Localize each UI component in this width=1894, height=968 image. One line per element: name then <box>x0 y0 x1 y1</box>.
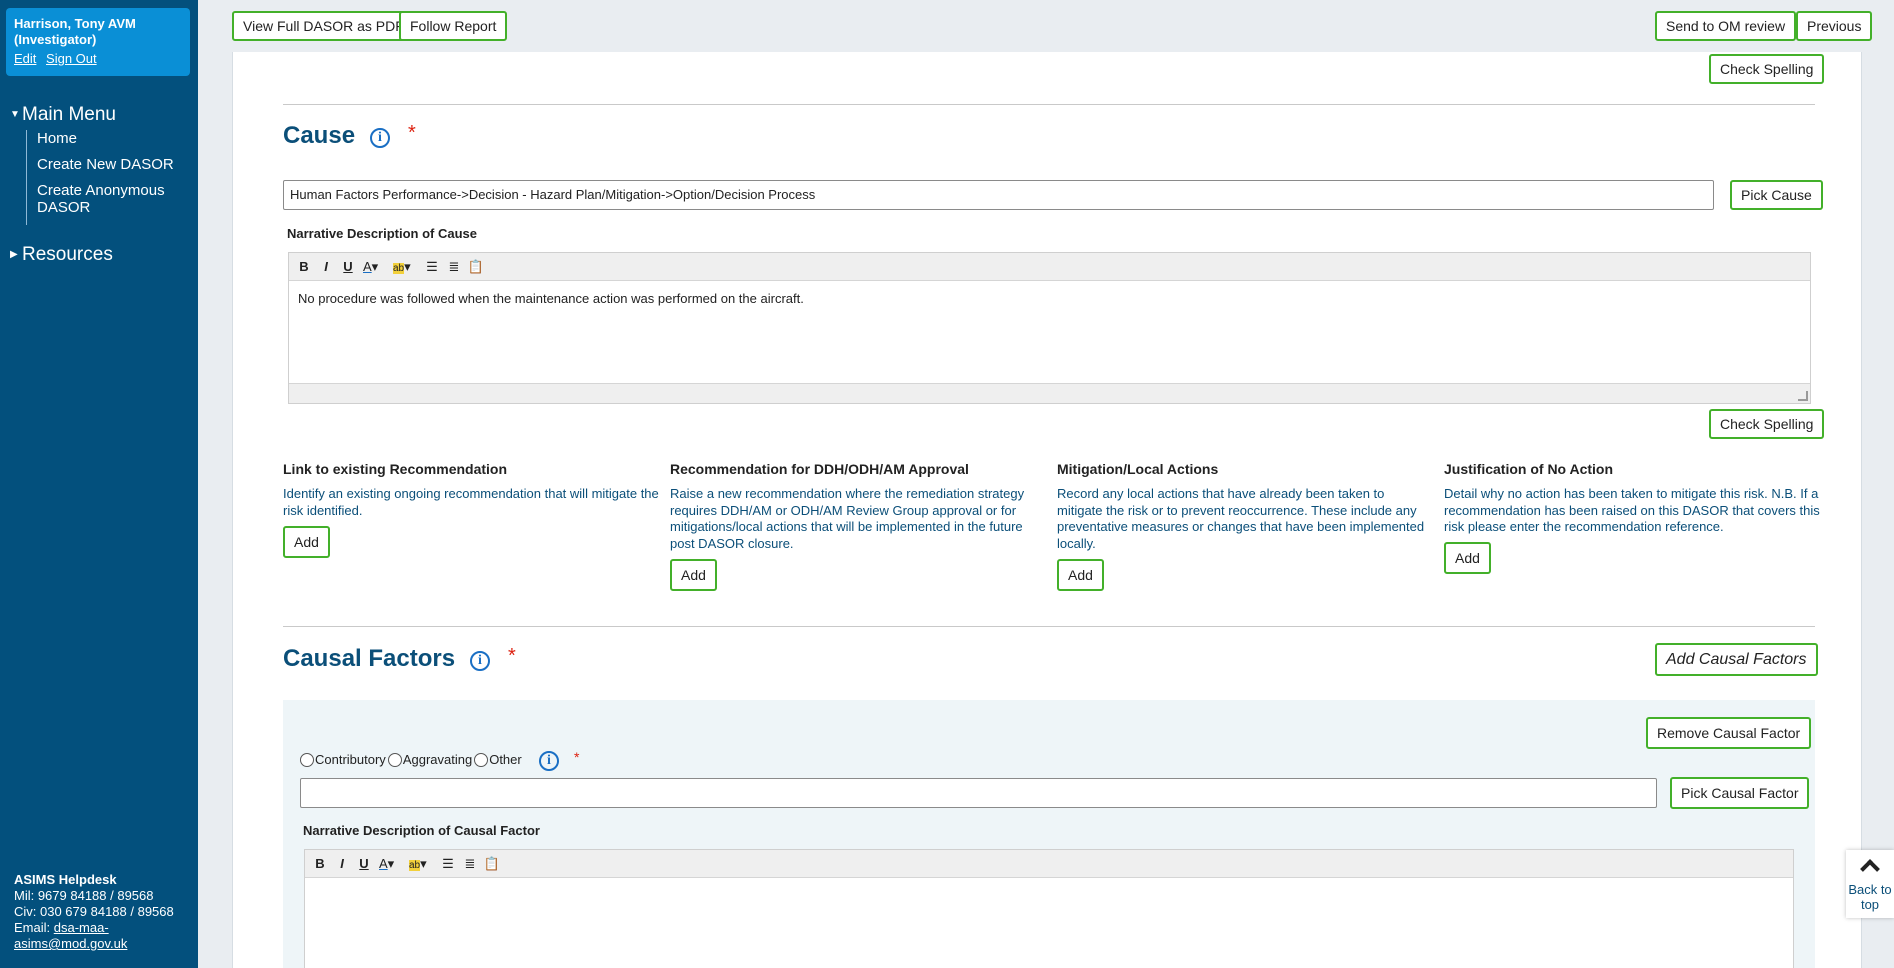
user-box: Harrison, Tony AVM (Investigator) Edit S… <box>6 8 190 76</box>
cause-title: Cause <box>283 122 356 149</box>
info-icon[interactable]: i <box>470 651 490 671</box>
nav-create-anonymous-dasor[interactable]: Create Anonymous DASOR <box>37 182 186 216</box>
radio-circle[interactable] <box>387 752 402 767</box>
radio-circle[interactable] <box>474 752 489 767</box>
cause-narrative-editor[interactable]: B I U A▾ ab▾ ☰ ≣ 📋 No procedure was foll… <box>288 252 1811 404</box>
italic-icon[interactable]: I <box>333 855 351 873</box>
main-menu-toggle[interactable]: ▼ Main Menu <box>10 104 116 126</box>
helpdesk-info: ASIMS Helpdesk Mil: 9679 84188 / 89568 C… <box>14 872 198 952</box>
helpdesk-civ: Civ: 030 679 84188 / 89568 <box>14 904 174 919</box>
nav-create-new-dasor[interactable]: Create New DASOR <box>37 156 186 173</box>
paste-icon[interactable]: 📋 <box>483 855 501 873</box>
bullet-list-icon[interactable]: ☰ <box>439 855 457 873</box>
new-recommendation-title: Recommendation for DDH/ODH/AM Approval <box>670 461 969 477</box>
editor-toolbar: B I U A▾ ab▾ ☰ ≣ 📋 <box>289 253 1810 281</box>
send-om-review-button[interactable]: Send to OM review <box>1655 11 1797 41</box>
radio-aggravating[interactable]: Aggravating <box>387 752 472 767</box>
add-justification-button[interactable]: Add <box>1444 542 1491 574</box>
info-icon[interactable]: i <box>370 128 390 148</box>
divider <box>283 626 1815 627</box>
helpdesk-email-label: Email: <box>14 920 51 935</box>
edit-link[interactable]: Edit <box>14 51 36 66</box>
highlight-icon[interactable]: ab▾ <box>409 855 435 873</box>
highlight-icon[interactable]: ab▾ <box>393 258 419 276</box>
numbered-list-icon[interactable]: ≣ <box>445 258 463 276</box>
causal-type-radios: Contributory Aggravating Other <box>300 752 524 767</box>
add-link-recommendation-button[interactable]: Add <box>283 526 330 558</box>
numbered-list-icon[interactable]: ≣ <box>461 855 479 873</box>
editor-statusbar <box>289 383 1810 403</box>
mitigation-title: Mitigation/Local Actions <box>1057 461 1219 477</box>
link-recommendation-desc: Identify an existing ongoing recommendat… <box>283 486 659 518</box>
underline-icon[interactable]: U <box>339 258 357 276</box>
radio-circle[interactable] <box>300 752 314 767</box>
required-marker: * <box>408 122 416 144</box>
check-spelling-button-top[interactable]: Check Spelling <box>1709 54 1825 84</box>
back-to-top-button[interactable]: Back to top <box>1846 850 1894 918</box>
underline-icon[interactable]: U <box>355 855 373 873</box>
back-to-top-label: Back to top <box>1848 882 1892 912</box>
font-color-icon[interactable]: A▾ <box>379 855 405 873</box>
cause-narrative-text: No procedure was followed when the maint… <box>298 291 804 306</box>
check-spelling-button-cause[interactable]: Check Spelling <box>1709 409 1825 439</box>
editor-toolbar: B I U A▾ ab▾ ☰ ≣ 📋 <box>305 850 1793 878</box>
narrative-causal-factor-label: Narrative Description of Causal Factor <box>303 823 540 838</box>
sidebar: Harrison, Tony AVM (Investigator) Edit S… <box>0 0 198 968</box>
radio-contributory[interactable]: Contributory <box>300 752 386 767</box>
triangle-down-icon: ▼ <box>10 109 20 120</box>
chevron-up-icon <box>1860 859 1880 879</box>
required-marker: * <box>508 645 516 667</box>
radio-other[interactable]: Other <box>474 752 522 767</box>
justification-title: Justification of No Action <box>1444 461 1614 477</box>
font-color-icon[interactable]: A▾ <box>363 258 389 276</box>
resize-grip-icon[interactable] <box>1798 391 1808 401</box>
narrative-cause-label: Narrative Description of Cause <box>287 226 478 241</box>
bold-icon[interactable]: B <box>311 855 329 873</box>
causal-factor-field[interactable] <box>300 778 1657 808</box>
cause-field[interactable]: Human Factors Performance->Decision - Ha… <box>283 180 1714 210</box>
helpdesk-mil: Mil: 9679 84188 / 89568 <box>14 888 154 903</box>
add-causal-factors-button[interactable]: Add Causal Factors <box>1655 643 1818 676</box>
add-new-recommendation-button[interactable]: Add <box>670 559 717 591</box>
bold-icon[interactable]: B <box>295 258 313 276</box>
justification-desc: Detail why no action has been taken to m… <box>1444 486 1820 534</box>
remove-causal-factor-button[interactable]: Remove Causal Factor <box>1646 717 1812 749</box>
bullet-list-icon[interactable]: ☰ <box>423 258 441 276</box>
pick-cause-button[interactable]: Pick Cause <box>1730 180 1823 210</box>
previous-button[interactable]: Previous <box>1796 11 1873 41</box>
main-menu-list: Home Create New DASOR Create Anonymous D… <box>26 130 186 225</box>
helpdesk-title: ASIMS Helpdesk <box>14 872 117 887</box>
italic-icon[interactable]: I <box>317 258 335 276</box>
link-recommendation-title: Link to existing Recommendation <box>283 461 508 477</box>
mitigation-desc: Record any local actions that have alrea… <box>1057 486 1425 551</box>
info-icon[interactable]: i <box>539 751 559 771</box>
user-name: Harrison, Tony AVM (Investigator) <box>14 16 136 47</box>
add-mitigation-button[interactable]: Add <box>1057 559 1104 591</box>
new-recommendation-desc: Raise a new recommendation where the rem… <box>670 486 1025 551</box>
required-marker: * <box>574 749 580 765</box>
paste-icon[interactable]: 📋 <box>467 258 485 276</box>
pick-causal-factor-button[interactable]: Pick Causal Factor <box>1670 777 1810 809</box>
resources-toggle[interactable]: ▶ Resources <box>10 244 113 266</box>
triangle-right-icon: ▶ <box>10 249 18 260</box>
sign-out-link[interactable]: Sign Out <box>46 51 97 66</box>
causal-factor-narrative-editor[interactable]: B I U A▾ ab▾ ☰ ≣ 📋 <box>304 849 1794 968</box>
divider <box>283 104 1815 105</box>
view-pdf-button[interactable]: View Full DASOR as PDF <box>232 11 415 41</box>
follow-report-button[interactable]: Follow Report <box>399 11 508 41</box>
causal-factors-title: Causal Factors <box>283 645 456 672</box>
nav-home[interactable]: Home <box>37 130 186 147</box>
